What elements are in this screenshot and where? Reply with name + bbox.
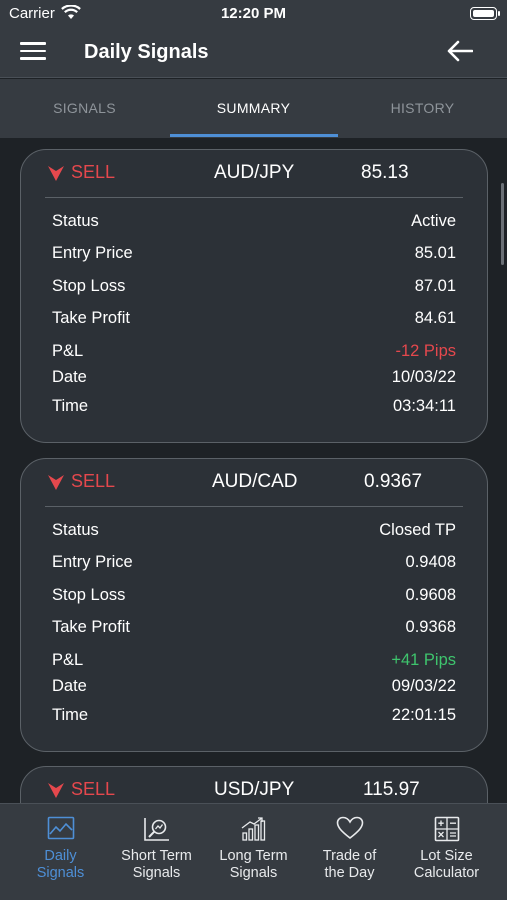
row-stop-loss: Stop Loss 0.9608 bbox=[52, 586, 456, 608]
nav-label: Daily Signals bbox=[36, 848, 85, 881]
currency-pair: AUD/CAD bbox=[212, 471, 298, 492]
row-value: 84.61 bbox=[414, 309, 456, 327]
row-entry-price: Entry Price 85.01 bbox=[52, 244, 456, 266]
nav-short-term-signals[interactable]: Short Term Signals bbox=[106, 804, 207, 900]
status-time: 12:20 PM bbox=[220, 5, 287, 22]
row-label: Time bbox=[52, 706, 89, 724]
header: Daily Signals bbox=[0, 28, 507, 78]
row-time: Time 22:01:15 bbox=[52, 706, 456, 728]
row-pnl: P&L +41 Pips bbox=[52, 651, 456, 673]
row-value: -12 Pips bbox=[395, 342, 456, 360]
row-pnl: P&L -12 Pips bbox=[52, 342, 456, 364]
row-label: Time bbox=[52, 397, 89, 415]
battery-icon bbox=[470, 7, 500, 20]
row-label: P&L bbox=[52, 342, 84, 360]
nav-lot-size-calculator[interactable]: Lot Size Calculator bbox=[396, 804, 497, 900]
row-status: Status Closed TP bbox=[52, 521, 456, 543]
row-value: 0.9408 bbox=[405, 553, 456, 571]
row-value: +41 Pips bbox=[391, 651, 456, 669]
row-take-profit: Take Profit 84.61 bbox=[52, 309, 456, 331]
nav-daily-signals[interactable]: Daily Signals bbox=[10, 804, 111, 900]
row-take-profit: Take Profit 0.9368 bbox=[52, 618, 456, 640]
nav-label: Long Term Signals bbox=[219, 848, 288, 881]
row-label: Entry Price bbox=[52, 553, 133, 571]
row-label: Status bbox=[52, 212, 99, 230]
status-bar: Carrier 12:20 PM bbox=[0, 0, 507, 28]
row-time: Time 03:34:11 bbox=[52, 397, 456, 419]
card-divider bbox=[45, 197, 463, 198]
row-value: 87.01 bbox=[414, 277, 456, 295]
currency-pair: AUD/JPY bbox=[214, 162, 295, 183]
nav-trade-of-the-day[interactable]: Trade of the Day bbox=[299, 804, 400, 900]
signal-action: SELL bbox=[71, 471, 116, 491]
arrow-left-icon[interactable] bbox=[447, 40, 474, 67]
row-label: Take Profit bbox=[52, 618, 130, 636]
bar-chart-growth-icon bbox=[240, 816, 268, 847]
row-value: Closed TP bbox=[379, 521, 456, 539]
sell-arrow-icon bbox=[48, 782, 64, 798]
sell-arrow-icon bbox=[48, 474, 64, 490]
chart-area-icon bbox=[47, 816, 75, 845]
row-value: 09/03/22 bbox=[391, 677, 456, 695]
row-entry-price: Entry Price 0.9408 bbox=[52, 553, 456, 575]
row-date: Date 09/03/22 bbox=[52, 677, 456, 699]
row-value: 22:01:15 bbox=[391, 706, 456, 724]
signal-card: SELL AUD/CAD 0.9367 Status Closed TP Entr… bbox=[20, 458, 488, 752]
sell-badge: SELL bbox=[47, 779, 115, 800]
tab-bar: SIGNALS SUMMARY HISTORY bbox=[0, 79, 507, 138]
row-label: Date bbox=[52, 677, 87, 695]
tab-history[interactable]: HISTORY bbox=[338, 79, 507, 138]
row-value: 0.9368 bbox=[405, 618, 456, 636]
row-label: Entry Price bbox=[52, 244, 133, 262]
row-label: Stop Loss bbox=[52, 277, 126, 295]
tab-signals[interactable]: SIGNALS bbox=[0, 79, 169, 138]
row-date: Date 10/03/22 bbox=[52, 368, 456, 390]
signal-card: SELL AUD/JPY 85.13 Status Active Entry Pr… bbox=[20, 149, 488, 443]
row-label: P&L bbox=[52, 651, 84, 669]
signal-action: SELL bbox=[71, 779, 116, 799]
row-label: Status bbox=[52, 521, 99, 539]
sell-badge: SELL bbox=[47, 162, 115, 183]
signal-action: SELL bbox=[71, 162, 116, 182]
hamburger-menu-icon[interactable] bbox=[20, 42, 46, 62]
nav-label: Short Term Signals bbox=[121, 848, 192, 881]
calculator-icon bbox=[434, 816, 460, 847]
row-label: Date bbox=[52, 368, 87, 386]
row-value: 03:34:11 bbox=[392, 397, 456, 415]
row-value: 10/03/22 bbox=[391, 368, 456, 386]
chart-search-icon bbox=[143, 816, 171, 847]
nav-long-term-signals[interactable]: Long Term Signals bbox=[203, 804, 304, 900]
current-price: 115.97 bbox=[363, 779, 420, 800]
signal-card: SELL USD/JPY 115.97 bbox=[20, 766, 488, 803]
sell-badge: SELL bbox=[47, 471, 115, 492]
page-title: Daily Signals bbox=[84, 41, 209, 63]
heart-icon bbox=[336, 816, 364, 845]
current-price: 0.9367 bbox=[364, 471, 423, 492]
row-stop-loss: Stop Loss 87.01 bbox=[52, 277, 456, 299]
row-value: 0.9608 bbox=[405, 586, 456, 604]
active-tab-indicator bbox=[170, 134, 338, 137]
row-label: Take Profit bbox=[52, 309, 130, 327]
signals-list[interactable]: SELL AUD/JPY 85.13 Status Active Entry Pr… bbox=[0, 138, 507, 803]
bottom-nav: Daily Signals Short Term Signals Long Term… bbox=[0, 803, 507, 900]
scrollbar[interactable] bbox=[501, 183, 504, 265]
current-price: 85.13 bbox=[361, 162, 409, 183]
currency-pair: USD/JPY bbox=[214, 779, 295, 800]
tab-summary[interactable]: SUMMARY bbox=[169, 79, 338, 138]
sell-arrow-icon bbox=[48, 165, 64, 181]
nav-label: Trade of the Day bbox=[322, 848, 377, 881]
row-value: 85.01 bbox=[414, 244, 456, 262]
row-label: Stop Loss bbox=[52, 586, 126, 604]
row-value: Active bbox=[411, 212, 456, 230]
card-divider bbox=[45, 506, 463, 507]
nav-label: Lot Size Calculator bbox=[413, 848, 480, 881]
row-status: Status Active bbox=[52, 212, 456, 234]
